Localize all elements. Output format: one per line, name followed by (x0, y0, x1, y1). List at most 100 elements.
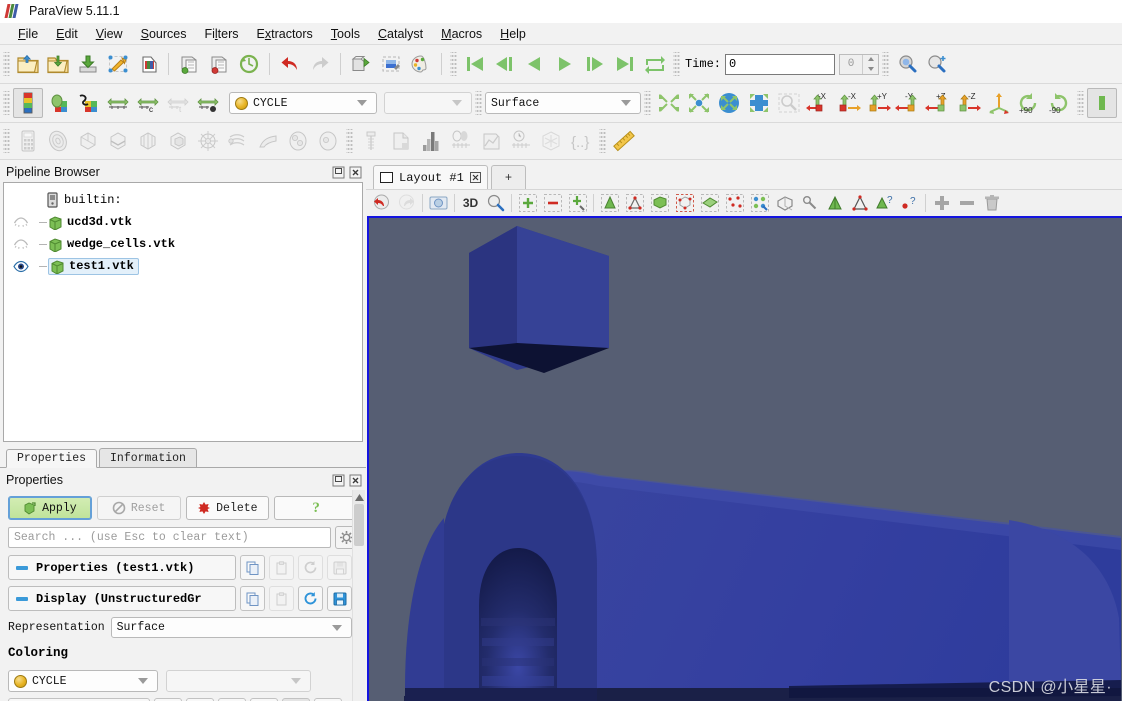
open-file-icon[interactable] (13, 49, 43, 79)
toolbar-grip[interactable] (882, 52, 890, 76)
stream-tracer-filter-icon[interactable] (223, 126, 253, 156)
interaction-mode-label[interactable]: 3D (458, 192, 483, 215)
chevron-down-icon[interactable] (452, 100, 462, 106)
representation-combo[interactable]: Surface (485, 92, 641, 114)
select-cells-polygon-icon[interactable] (847, 192, 872, 215)
select-cells-through-icon[interactable] (697, 192, 722, 215)
rescale-to-custom-range-icon[interactable] (73, 88, 103, 118)
menu-catalyst[interactable]: Catalyst (369, 24, 432, 44)
rotate-90-ccw-icon[interactable]: +90 (1014, 88, 1044, 118)
select-points-on-icon[interactable] (672, 192, 697, 215)
rescale-visible-range-icon[interactable] (193, 88, 223, 118)
pipeline-item-wedge-cells[interactable]: wedge_cells.vtk (4, 233, 362, 255)
show-center-axes-icon[interactable] (515, 192, 540, 215)
set-view-plus-y-icon[interactable]: +Y (864, 88, 894, 118)
reset-camera-icon[interactable] (654, 88, 684, 118)
undo-camera-icon[interactable] (369, 192, 394, 215)
properties-section[interactable]: Properties (test1.vtk) (8, 555, 236, 580)
rescale-to-temporal-range-icon[interactable]: t (163, 88, 193, 118)
restore-defaults-icon[interactable] (298, 586, 323, 611)
color-component-combo[interactable] (384, 92, 472, 114)
play-reverse-icon[interactable] (520, 49, 550, 79)
tab-information[interactable]: Information (99, 448, 197, 467)
time-index-spinbox[interactable]: 0 (839, 53, 880, 75)
frustum-select-cells-icon[interactable] (822, 192, 847, 215)
zoom-to-data-icon[interactable] (684, 88, 714, 118)
recent-files-icon[interactable] (43, 49, 73, 79)
toolbar-grip[interactable] (346, 129, 353, 153)
toolbar-grip[interactable] (644, 91, 651, 115)
render-view[interactable]: CSDN @小星星· (367, 216, 1122, 701)
select-blocks-icon[interactable] (747, 192, 772, 215)
plot-selection-over-time-icon[interactable] (506, 126, 536, 156)
pipeline-browser[interactable]: builtin: ucd3d.vtk wedge_cells.vtk test1… (3, 182, 363, 442)
edit-color-map-icon[interactable] (406, 49, 436, 79)
search-input[interactable]: Search ... (use Esc to clear text) (8, 527, 331, 548)
set-view-plus-x-icon[interactable]: +X (804, 88, 834, 118)
pipeline-item-test1[interactable]: test1.vtk (4, 255, 362, 277)
toggle-color-legend-icon[interactable] (13, 88, 43, 118)
select-cells-on-icon[interactable] (647, 192, 672, 215)
calculator-filter-icon[interactable] (13, 126, 43, 156)
time-index-arrows[interactable] (862, 54, 879, 74)
extract-subset-filter-icon[interactable] (163, 126, 193, 156)
select-points-through-icon[interactable] (722, 192, 747, 215)
contour-filter-icon[interactable] (43, 126, 73, 156)
chevron-down-icon[interactable] (138, 678, 148, 684)
plot-over-line-icon[interactable] (356, 126, 386, 156)
rescale-to-data-range-icon[interactable] (103, 88, 133, 118)
pipeline-selected-item[interactable]: test1.vtk (48, 257, 139, 275)
save-as-defaults-icon[interactable] (327, 555, 352, 580)
select-points-polygon-icon[interactable]: ? (872, 192, 897, 215)
previous-frame-icon[interactable] (490, 49, 520, 79)
save-screenshot-icon[interactable] (103, 49, 133, 79)
subtract-selection-icon[interactable] (954, 192, 979, 215)
visibility-toggle-icon[interactable] (10, 238, 32, 250)
redo-icon[interactable] (305, 49, 335, 79)
glyph-filter-icon[interactable] (193, 126, 223, 156)
undock-icon[interactable] (331, 473, 345, 487)
rubber-band-zoom-icon[interactable] (774, 88, 804, 118)
paste-properties-icon[interactable] (269, 555, 294, 580)
camera-link-icon[interactable] (426, 192, 451, 215)
menu-edit[interactable]: Edit (47, 24, 87, 44)
pick-center-icon[interactable] (565, 192, 590, 215)
extract-level-filter-icon[interactable] (313, 126, 343, 156)
save-state-icon[interactable] (133, 49, 163, 79)
save-as-defaults-icon[interactable] (327, 586, 352, 611)
camera-undo-icon[interactable] (346, 49, 376, 79)
python-calculator-icon[interactable]: {..} (566, 126, 596, 156)
redo-camera-icon[interactable] (394, 192, 419, 215)
loop-icon[interactable] (640, 49, 670, 79)
set-view-minus-y-icon[interactable]: -Y (894, 88, 924, 118)
menu-sources[interactable]: Sources (132, 24, 196, 44)
set-view-plus-z-icon[interactable]: +Z (924, 88, 954, 118)
copy-properties-icon[interactable] (240, 586, 265, 611)
interactive-select-cells-icon[interactable] (772, 192, 797, 215)
save-data-icon[interactable] (73, 49, 103, 79)
collapse-icon[interactable] (16, 565, 28, 570)
time-input[interactable]: 0 (725, 53, 836, 75)
menu-filters[interactable]: Filters (195, 24, 247, 44)
camera-redo-icon[interactable] (376, 49, 406, 79)
extract-selection-icon[interactable] (386, 126, 416, 156)
chevron-down-icon[interactable] (332, 624, 342, 631)
connect-server-icon[interactable] (174, 49, 204, 79)
toolbar-grip[interactable] (475, 91, 482, 115)
undo-icon[interactable] (275, 49, 305, 79)
visibility-toggle-icon[interactable] (10, 260, 32, 273)
chevron-down-icon[interactable] (291, 678, 301, 684)
hover-cells-icon[interactable] (797, 192, 822, 215)
copy-properties-icon[interactable] (240, 555, 265, 580)
plot-data-icon[interactable] (446, 126, 476, 156)
delete-button[interactable]: Delete (185, 496, 270, 520)
add-selection-icon[interactable] (929, 192, 954, 215)
tab-properties[interactable]: Properties (6, 449, 98, 468)
set-view-minus-z-icon[interactable]: -Z (954, 88, 984, 118)
pipeline-item-ucd3d[interactable]: ucd3d.vtk (4, 211, 362, 233)
toolbar-grip[interactable] (673, 52, 680, 76)
coloring-component-combo[interactable] (166, 670, 311, 692)
close-icon[interactable] (348, 165, 362, 179)
set-isometric-view-icon[interactable] (984, 88, 1014, 118)
visibility-toggle-icon[interactable] (10, 216, 32, 228)
